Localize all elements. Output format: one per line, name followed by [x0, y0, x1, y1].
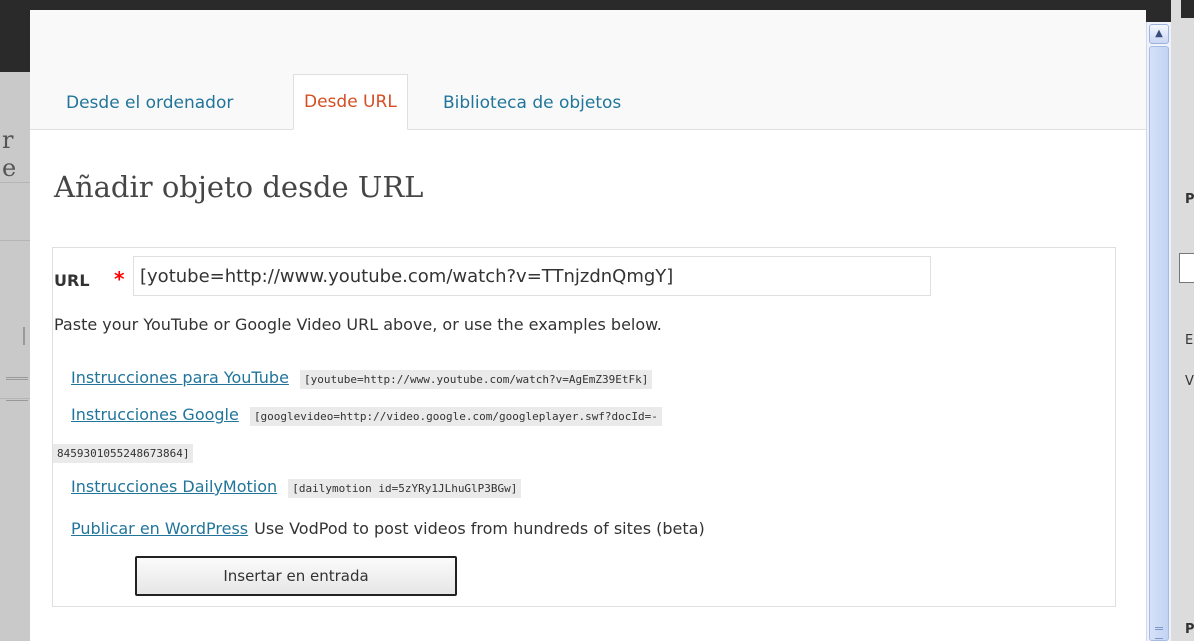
background-text-fragment: E	[1185, 333, 1194, 348]
url-label: URL	[54, 271, 90, 290]
example-google: Instrucciones Google [googlevideo=http:/…	[71, 401, 662, 430]
tab-bar: Desde el ordenador Desde URL Biblioteca …	[30, 10, 1146, 130]
background-right-strip: P E V P	[1171, 0, 1194, 641]
page-title: Añadir objeto desde URL	[54, 170, 424, 204]
background-top-bar	[1181, 0, 1194, 18]
tab-media-library[interactable]: Biblioteca de objetos	[433, 76, 631, 129]
divider	[0, 182, 30, 183]
tab-from-url[interactable]: Desde URL	[293, 74, 408, 130]
publish-wordpress-link[interactable]: Publicar en WordPress	[71, 519, 248, 538]
tab-from-computer[interactable]: Desde el ordenador	[56, 76, 243, 129]
divider	[0, 240, 30, 241]
youtube-example-code: [youtube=http://www.youtube.com/watch?v=…	[300, 370, 653, 389]
google-instructions-link[interactable]: Instrucciones Google	[71, 405, 239, 424]
divider	[0, 398, 30, 399]
background-input-fragment	[1179, 253, 1194, 283]
background-left-strip: r e	[0, 72, 30, 641]
dailymotion-example-code: [dailymotion id=5zYRy1JLhuGlP3BGw]	[288, 479, 522, 498]
background-text-fragment: r e	[2, 126, 17, 182]
vodpod-description: Use VodPod to post videos from hundreds …	[254, 519, 705, 538]
divider	[23, 327, 25, 345]
youtube-instructions-link[interactable]: Instrucciones para YouTube	[71, 368, 289, 387]
insert-into-post-button[interactable]: Insertar en entrada	[135, 556, 457, 596]
scroll-up-arrow-icon[interactable]: ▲	[1149, 24, 1169, 44]
grip-icon	[1155, 627, 1163, 639]
media-upload-dialog: Desde el ordenador Desde URL Biblioteca …	[30, 10, 1146, 641]
background-text-fragment: P	[1185, 622, 1194, 637]
example-youtube: Instrucciones para YouTube [youtube=http…	[71, 364, 653, 393]
background-text-fragment: V	[1185, 374, 1194, 389]
help-text: Paste your YouTube or Google Video URL a…	[54, 315, 662, 334]
url-input[interactable]	[133, 256, 931, 296]
scrollbar[interactable]: ▲	[1146, 22, 1171, 641]
google-example-code-continued: 8459301055248673864]	[53, 444, 194, 463]
example-dailymotion: Instrucciones DailyMotion [dailymotion i…	[71, 473, 522, 502]
background-text-fragment: P	[1185, 192, 1194, 207]
google-example-code: [googlevideo=http://video.google.com/goo…	[249, 407, 662, 426]
scrollbar-thumb[interactable]	[1149, 46, 1169, 641]
dailymotion-instructions-link[interactable]: Instrucciones DailyMotion	[71, 477, 277, 496]
required-asterisk: *	[114, 267, 125, 291]
example-wordpress: Publicar en WordPress Use VodPod to post …	[71, 515, 705, 542]
example-google-continued: 8459301055248673864]	[53, 438, 194, 467]
